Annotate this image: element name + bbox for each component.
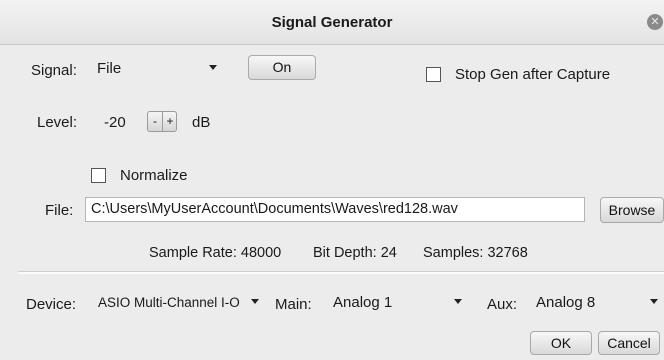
normalize-label: Normalize — [120, 167, 188, 184]
file-label: File: — [45, 202, 74, 219]
level-unit: dB — [192, 114, 211, 131]
file-path-input[interactable]: C:\Users\MyUserAccount\Documents\Waves\r… — [85, 197, 585, 222]
signal-label: Signal: — [31, 62, 77, 79]
window-title: Signal Generator — [271, 14, 393, 31]
device-label: Device: — [26, 296, 77, 313]
divider — [18, 271, 664, 274]
level-value[interactable]: -20 — [104, 114, 126, 131]
level-decrement-button[interactable]: - — [148, 112, 163, 131]
on-button[interactable]: On — [248, 55, 316, 80]
level-label: Level: — [37, 114, 78, 131]
chevron-down-icon — [209, 65, 217, 70]
stop-gen-label: Stop Gen after Capture — [455, 66, 611, 83]
browse-button[interactable]: Browse — [600, 197, 664, 223]
chevron-down-icon — [251, 299, 259, 304]
main-dropdown[interactable]: Analog 1 — [327, 290, 468, 316]
bit-depth-text: Bit Depth: 24 — [313, 245, 397, 261]
main-label: Main: — [275, 296, 312, 313]
device-dropdown[interactable]: ASIO Multi-Channel I-O — [92, 290, 265, 316]
sample-rate-text: Sample Rate: 48000 — [149, 245, 282, 261]
cancel-button[interactable]: Cancel — [598, 331, 660, 355]
level-increment-button[interactable]: + — [163, 112, 177, 131]
device-dropdown-value: ASIO Multi-Channel I-O — [98, 295, 240, 310]
stop-gen-checkbox[interactable] — [426, 67, 441, 82]
normalize-checkbox[interactable] — [91, 168, 106, 183]
chevron-down-icon — [454, 299, 462, 304]
close-icon[interactable]: ✕ — [647, 14, 663, 30]
main-dropdown-value: Analog 1 — [333, 294, 393, 311]
level-stepper[interactable]: - + — [147, 111, 177, 132]
aux-label: Aux: — [487, 296, 518, 313]
aux-dropdown-value: Analog 8 — [536, 294, 596, 311]
ok-button[interactable]: OK — [530, 331, 592, 355]
aux-dropdown[interactable]: Analog 8 — [530, 290, 664, 316]
signal-dropdown[interactable]: File — [91, 56, 223, 82]
title-bar: Signal Generator ✕ — [0, 0, 664, 45]
signal-dropdown-value: File — [97, 60, 122, 77]
samples-text: Samples: 32768 — [423, 245, 528, 261]
chevron-down-icon — [650, 299, 658, 304]
